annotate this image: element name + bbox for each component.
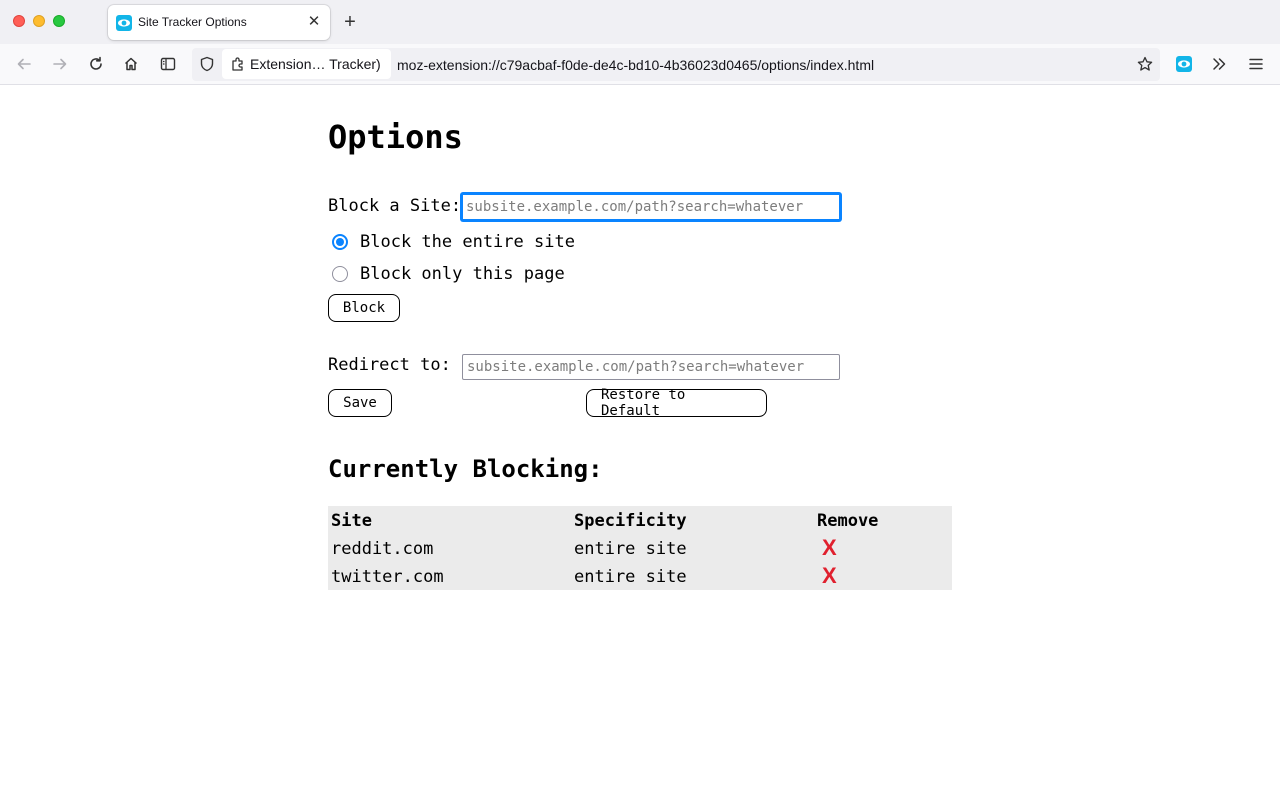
block-site-label: Block a Site: bbox=[328, 196, 462, 216]
radio-entire-site-label: Block the entire site bbox=[360, 232, 575, 252]
home-icon[interactable] bbox=[121, 54, 141, 74]
row-site: twitter.com bbox=[331, 567, 444, 587]
radio-entire-site-button[interactable] bbox=[332, 234, 348, 250]
hamburger-menu-icon[interactable] bbox=[1246, 54, 1266, 74]
row-site: reddit.com bbox=[331, 539, 434, 559]
sidebar-icon[interactable] bbox=[158, 54, 178, 74]
redirect-label: Redirect to: bbox=[328, 355, 451, 375]
header-remove: Remove bbox=[817, 511, 879, 531]
back-icon[interactable] bbox=[14, 54, 34, 74]
redirect-input[interactable] bbox=[462, 354, 840, 380]
radio-this-page-label: Block only this page bbox=[360, 264, 565, 284]
extension-eye-icon[interactable] bbox=[1174, 54, 1194, 74]
radio-this-page-button[interactable] bbox=[332, 266, 348, 282]
page-title: Options bbox=[328, 118, 463, 156]
table-row: reddit.com entire site X bbox=[328, 534, 952, 562]
new-tab-button[interactable]: + bbox=[340, 12, 360, 32]
currently-blocking-heading: Currently Blocking: bbox=[328, 455, 603, 483]
remove-x-icon[interactable]: X bbox=[822, 563, 837, 589]
tab-bar: Site Tracker Options ✕ + bbox=[0, 0, 1280, 44]
restore-default-button[interactable]: Restore to Default bbox=[586, 387, 767, 419]
reload-icon[interactable] bbox=[86, 54, 106, 74]
remove-x-icon[interactable]: X bbox=[822, 535, 837, 561]
blocked-sites-table: Site Specificity Remove reddit.com entir… bbox=[328, 506, 952, 590]
extension-identity-box[interactable]: Extension… Tracker) bbox=[222, 49, 391, 79]
close-window-button[interactable] bbox=[13, 15, 25, 27]
bookmark-star-icon[interactable] bbox=[1135, 54, 1155, 74]
puzzle-icon bbox=[232, 57, 243, 71]
shield-icon[interactable] bbox=[197, 54, 217, 74]
row-specificity: entire site bbox=[574, 539, 687, 559]
active-tab[interactable]: Site Tracker Options ✕ bbox=[108, 5, 330, 40]
block-site-input[interactable] bbox=[461, 193, 841, 221]
tab-title: Site Tracker Options bbox=[138, 15, 247, 29]
url-text[interactable]: moz-extension://c79acbaf-f0de-de4c-bd10-… bbox=[397, 57, 874, 73]
eye-icon bbox=[116, 15, 132, 31]
header-site: Site bbox=[331, 511, 372, 531]
overflow-chevron-icon[interactable] bbox=[1209, 54, 1229, 74]
forward-icon[interactable] bbox=[50, 54, 70, 74]
radio-entire-site[interactable]: Block the entire site bbox=[332, 232, 575, 252]
table-header-row: Site Specificity Remove bbox=[328, 506, 952, 534]
minimize-window-button[interactable] bbox=[33, 15, 45, 27]
save-button[interactable]: Save bbox=[328, 389, 392, 417]
table-row: twitter.com entire site X bbox=[328, 562, 952, 590]
header-specificity: Specificity bbox=[574, 511, 687, 531]
radio-this-page[interactable]: Block only this page bbox=[332, 264, 565, 284]
identity-label: Extension… Tracker) bbox=[250, 56, 381, 72]
tab-close-icon[interactable]: ✕ bbox=[306, 14, 322, 30]
maximize-window-button[interactable] bbox=[53, 15, 65, 27]
block-button[interactable]: Block bbox=[328, 294, 400, 322]
row-specificity: entire site bbox=[574, 567, 687, 587]
